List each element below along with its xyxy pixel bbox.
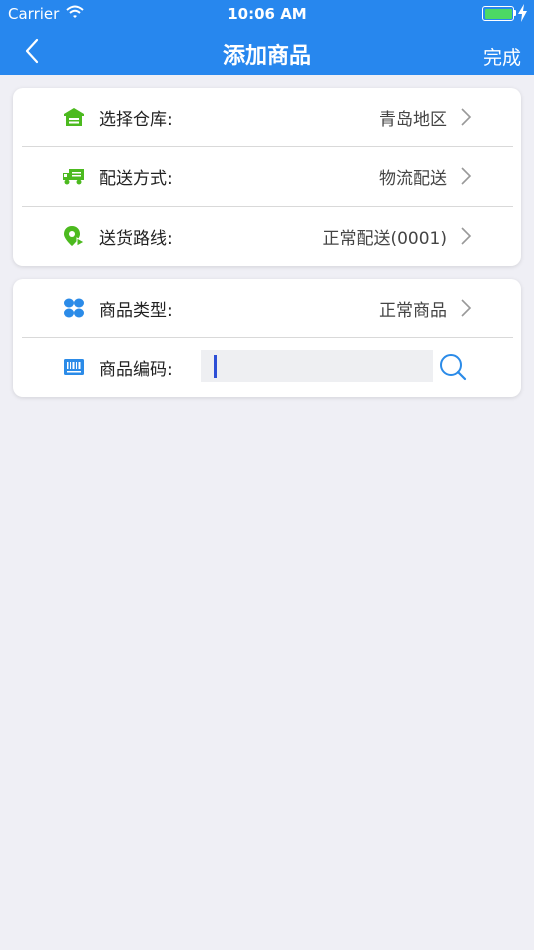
chevron-right-icon <box>461 167 472 185</box>
battery-cap <box>514 10 516 16</box>
select-warehouse-row[interactable]: 选择仓库: 青岛地区 <box>13 88 521 147</box>
product-type-value: 正常商品 <box>379 301 447 321</box>
charging-bolt-icon <box>518 4 527 22</box>
chevron-right-icon <box>461 227 472 245</box>
delivery-method-value: 物流配送 <box>379 169 447 189</box>
location-pin-icon <box>64 226 85 247</box>
delivery-method-label: 配送方式: <box>99 169 173 189</box>
done-button[interactable]: 完成 <box>483 43 521 70</box>
status-bar: Carrier 10:06 AM <box>0 0 534 28</box>
chevron-right-icon <box>461 108 472 126</box>
product-type-label: 商品类型: <box>99 301 173 321</box>
text-cursor <box>214 355 217 378</box>
select-warehouse-label: 选择仓库: <box>99 110 173 130</box>
delivery-route-value: 正常配送(0001) <box>322 229 447 249</box>
clover-grid-icon <box>64 298 84 318</box>
battery-icon <box>482 6 514 21</box>
product-code-label: 商品编码: <box>99 360 173 380</box>
delivery-route-label: 送货路线: <box>99 229 173 249</box>
product-code-row: 商品编码: <box>13 338 521 397</box>
warehouse-icon <box>64 108 84 126</box>
delivery-route-row[interactable]: 送货路线: 正常配送(0001) <box>13 207 521 266</box>
truck-icon <box>63 169 84 185</box>
barcode-icon <box>64 359 84 375</box>
search-icon[interactable] <box>439 353 467 381</box>
product-type-row[interactable]: 商品类型: 正常商品 <box>13 279 521 338</box>
nav-header: Carrier 10:06 AM 添加商品 完成 <box>0 0 534 75</box>
delivery-method-row[interactable]: 配送方式: 物流配送 <box>13 147 521 206</box>
select-warehouse-value: 青岛地区 <box>379 110 447 130</box>
chevron-right-icon <box>461 299 472 317</box>
delivery-settings-card: 选择仓库: 青岛地区 配送方式: 物流配送 送货路线: 正常配送(0001) <box>13 88 521 266</box>
product-code-input[interactable] <box>201 350 433 382</box>
status-time: 10:06 AM <box>227 5 307 23</box>
product-info-card: 商品类型: 正常商品 商品编码: <box>13 279 521 397</box>
page-title: 添加商品 <box>222 44 311 69</box>
